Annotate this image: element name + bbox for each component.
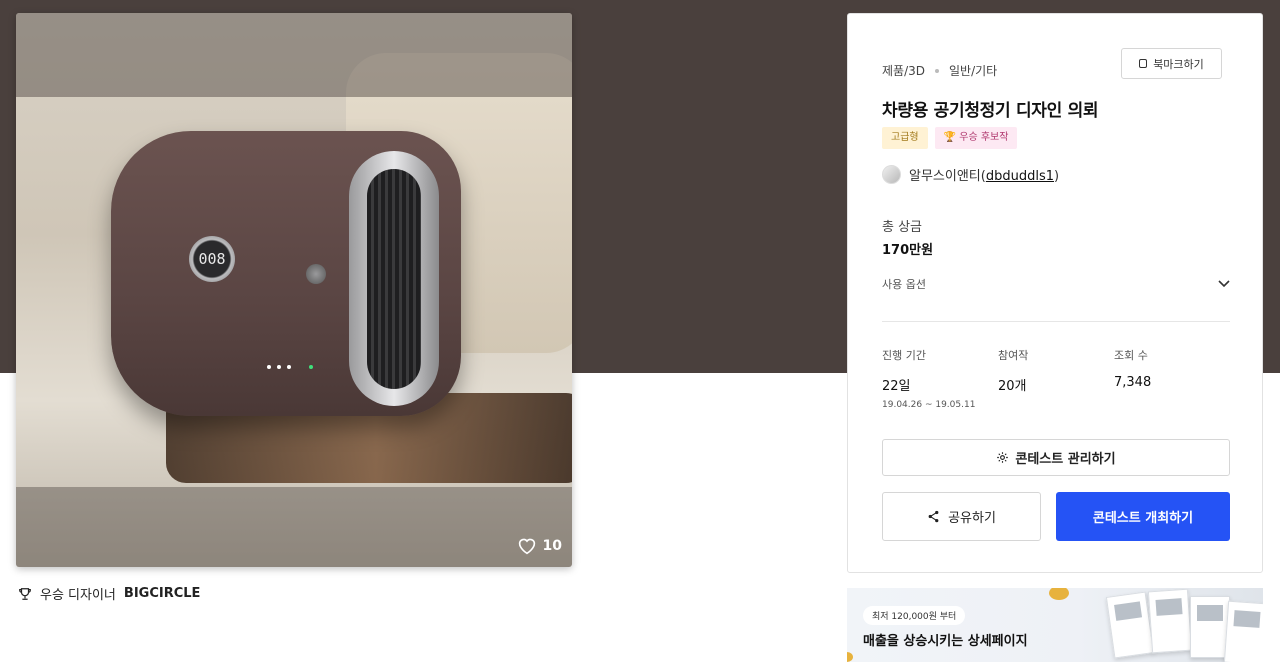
bookmark-button[interactable]: 북마크하기 [1121, 48, 1222, 79]
device-leds [267, 365, 313, 369]
air-purifier-graphic: 008 [111, 131, 461, 416]
ad-price-tag: 최저 120,000원 부터 [863, 606, 966, 625]
contest-title: 차량용 공기청정기 디자인 의뢰 [882, 101, 1099, 121]
usage-options-toggle[interactable]: 사용 옵션 [882, 276, 1230, 292]
stat-entries: 참여작 20개 [998, 347, 1114, 410]
gear-icon [997, 452, 1009, 463]
usage-options-label: 사용 옵션 [882, 278, 926, 291]
breadcrumb-subcategory[interactable]: 일반/기타 [949, 62, 997, 79]
share-label: 공유하기 [948, 511, 996, 526]
coin-decoration [847, 652, 853, 662]
trophy-icon [19, 587, 31, 600]
host-contest-button[interactable]: 콘테스트 개최하기 [1056, 492, 1230, 541]
product-image[interactable]: 008 10 [16, 13, 572, 567]
chevron-down-icon [1218, 280, 1230, 288]
stat-label: 조회 수 [1114, 349, 1148, 362]
stat-date-range: 19.04.26 ~ 19.05.11 [882, 400, 976, 410]
host-id[interactable]: dbduddls1 [986, 169, 1054, 184]
prize-label: 총 상금 [882, 220, 923, 235]
share-icon [928, 510, 939, 523]
bookmark-label: 북마크하기 [1153, 57, 1204, 71]
stat-label: 참여작 [998, 349, 1029, 362]
device-display: 008 [189, 236, 235, 282]
image-overlay-top [16, 13, 572, 97]
heart-icon [518, 538, 535, 555]
image-overlay-bottom [16, 487, 572, 567]
designer-name[interactable]: BIGCIRCLE [124, 586, 201, 601]
breadcrumb: 제품/3D 일반/기타 [882, 62, 997, 79]
breadcrumb-category[interactable]: 제품/3D [882, 62, 925, 79]
avatar [882, 165, 901, 184]
prize-value: 170만원 [882, 243, 934, 258]
designer-label: 우승 디자이너 [40, 588, 116, 603]
stat-duration: 진행 기간 22일 19.04.26 ~ 19.05.11 [882, 347, 998, 410]
bookmark-icon [1139, 59, 1148, 68]
host-name: 알무스이앤티 [909, 169, 981, 184]
ad-headline: 매출을 상승시키는 상세페이지 [863, 634, 1028, 649]
device-grille [349, 151, 439, 406]
like-count: 10 [542, 538, 562, 554]
divider [882, 321, 1230, 322]
grade-badge: 고급형 [882, 127, 928, 149]
contest-stats: 진행 기간 22일 19.04.26 ~ 19.05.11 참여작 20개 조회… [882, 347, 1230, 410]
manage-contest-button[interactable]: 콘테스트 관리하기 [882, 439, 1230, 476]
coin-decoration [1049, 588, 1069, 600]
breadcrumb-separator [935, 68, 939, 73]
contest-info-card: 제품/3D 일반/기타 북마크하기 차량용 공기청정기 디자인 의뢰 고급형 🏆… [847, 13, 1263, 573]
badge-list: 고급형 🏆 우승 후보작 [882, 127, 1018, 149]
stat-views: 조회 수 7,348 [1114, 347, 1230, 410]
winning-designer: 우승 디자이너 BIGCIRCLE [18, 584, 200, 603]
ad-page-mockups [1102, 588, 1263, 662]
device-knob [306, 264, 326, 284]
stat-value: 22일 [882, 379, 911, 394]
manage-contest-label: 콘테스트 관리하기 [1015, 452, 1116, 467]
share-button[interactable]: 공유하기 [882, 492, 1041, 541]
host-info[interactable]: 알무스이앤티(dbduddls1) [882, 165, 1059, 184]
ad-banner[interactable]: 최저 120,000원 부터 매출을 상승시키는 상세페이지 [847, 588, 1263, 662]
stat-value: 7,348 [1114, 375, 1152, 390]
stat-value: 20개 [998, 379, 1027, 394]
stat-label: 진행 기간 [882, 349, 926, 362]
award-candidate-badge: 🏆 우승 후보작 [934, 127, 1018, 149]
like-button[interactable]: 10 [517, 537, 562, 555]
